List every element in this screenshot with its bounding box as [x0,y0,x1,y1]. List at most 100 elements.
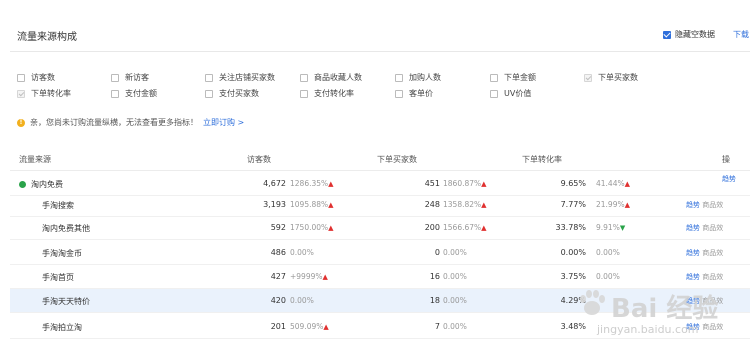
metric-order-conversion[interactable]: 下单转化率 [17,88,71,99]
metric-label: 下单金额 [504,73,536,82]
source-label: 手淘搜索 [42,201,74,210]
trend-up-icon: ▲ [624,201,630,209]
source-name: 淘内免费 [19,179,63,190]
trend-link[interactable]: 趋势 [686,322,700,332]
trend-down-icon: ▼ [619,224,626,232]
metric-pay-conversion[interactable]: 支付转化率 [300,88,354,99]
change-pct: 1750.00% [290,223,329,232]
metric-checkbox[interactable] [205,73,213,82]
table-row[interactable]: 淘内免费其他 592 1750.00%▲ 200 1566.67%▲ 33.78% 9.91… [10,216,750,240]
trend-up-icon: ▲ [322,273,328,281]
change-pct: 1095.88% [290,200,329,209]
conversion-change: 0.00% [596,248,620,257]
row-actions: 趋势 商品效 [686,218,723,233]
change-pct: 1566.67% [443,223,482,232]
metric-unit-price[interactable]: 客单价 [395,88,433,99]
item-effect-link[interactable]: 商品效 [702,224,723,232]
buyers-change: 0.00% [443,322,467,331]
table-row[interactable]: 手淘拍立淘 201 509.09%▲ 7 0.00% 3.48% 趋势 商品效 [10,315,750,339]
buyers-change: 1566.67%▲ [443,223,487,232]
conversion-value: 3.48% [560,322,586,331]
metric-checkbox[interactable] [17,89,25,98]
visitors-change: +9999%▲ [290,272,328,281]
metric-checkbox[interactable] [111,73,119,82]
metric-uv-value[interactable]: UV价值 [490,88,531,99]
metric-order-amount[interactable]: 下单金额 [490,72,536,83]
item-effect-link[interactable]: 商品效 [702,297,723,305]
hide-empty-toggle[interactable]: 隐藏空数据 [663,29,715,40]
change-pct: 1860.87% [443,179,482,188]
source-name: 手淘首页 [42,272,74,283]
metric-checkbox[interactable] [111,89,119,98]
download-link[interactable]: 下载 [733,29,749,40]
conversion-value: 9.65% [560,179,586,188]
trend-link[interactable]: 趋势 [722,175,736,183]
table-row[interactable]: 手淘淘金币 486 0.00% 0 0.00% 0.00% 0.00% 趋势 商品效 [10,241,750,265]
trend-up-icon: ▲ [328,180,334,188]
metric-pay-buyers[interactable]: 支付买家数 [205,88,259,99]
metric-pay-amount[interactable]: 支付金额 [111,88,157,99]
metric-shop-followers[interactable]: 关注店铺买家数 [205,72,275,83]
row-actions: 趋势 商品效 [686,291,723,306]
metric-label: 新访客 [125,73,149,82]
trend-link[interactable]: 趋势 [686,200,700,210]
trend-link[interactable]: 趋势 [686,223,700,233]
metric-checkbox[interactable] [395,89,403,98]
expand-dot-icon[interactable] [19,181,26,188]
buyers-value: 0 [434,248,440,257]
metric-checkbox[interactable] [300,89,308,98]
change-pct: 1286.35% [290,179,329,188]
source-label: 手淘拍立淘 [42,323,82,332]
trend-link[interactable]: 趋势 [686,296,700,306]
panel-title: 流量来源构成 [17,32,77,43]
metric-visitors[interactable]: 访客数 [17,72,55,83]
col-order-conversion[interactable]: 下单转化率 [522,154,562,165]
metric-checkbox[interactable] [17,73,25,82]
buyers-change: 1358.82%▲ [443,200,487,209]
row-actions: 趋势 [722,174,736,184]
metric-checkbox[interactable] [395,73,403,82]
visitors-change: 509.09%▲ [290,322,329,331]
visitors-value: 201 [270,322,286,331]
buyers-value: 200 [424,223,440,232]
metric-add-to-cart[interactable]: 加购人数 [395,72,441,83]
divider [10,51,750,52]
change-pct: 0.00% [290,248,314,257]
change-pct: +9999% [290,272,323,281]
source-name: 淘内免费其他 [42,223,90,234]
item-effect-link[interactable]: 商品效 [702,323,723,331]
item-effect-link[interactable]: 商品效 [702,201,723,209]
trend-link[interactable]: 趋势 [686,248,700,258]
metric-checkbox[interactable] [584,73,592,82]
visitors-value: 4,672 [263,179,286,188]
trend-link[interactable]: 趋势 [686,272,700,282]
item-effect-link[interactable]: 商品效 [702,249,723,257]
table-row[interactable]: 手淘搜索 3,193 1095.88%▲ 248 1358.82%▲ 7.77% 21.99… [10,193,750,217]
table-row[interactable]: 手淘天天特价 420 0.00% 18 0.00% 4.29% 趋势 商品效 [10,289,750,313]
metric-checkbox[interactable] [300,73,308,82]
trend-up-icon: ▲ [624,180,630,188]
metric-checkbox[interactable] [490,89,498,98]
col-order-buyers[interactable]: 下单买家数 [377,154,417,165]
metric-item-favorites[interactable]: 商品收藏人数 [300,72,362,83]
item-effect-link[interactable]: 商品效 [702,273,723,281]
metric-new-visitors[interactable]: 新访客 [111,72,149,83]
metric-order-buyers[interactable]: 下单买家数 [584,72,638,83]
metric-checkbox[interactable] [205,89,213,98]
metric-checkbox[interactable] [490,73,498,82]
buyers-value: 16 [429,272,440,281]
subscribe-link[interactable]: 立即订购 > [203,117,244,128]
conversion-value: 4.29% [560,296,586,305]
table-row[interactable]: 手淘首页 427 +9999%▲ 16 0.00% 3.75% 0.00% 趋势 商品效 [10,265,750,289]
table-header: 流量来源 访客数 下单买家数 下单转化率 操 [10,145,750,171]
col-visitors[interactable]: 访客数 [247,154,271,165]
col-source: 流量来源 [19,155,51,164]
trend-up-icon: ▲ [328,201,334,209]
buyers-value: 451 [424,179,440,188]
hide-empty-checkbox[interactable] [663,30,671,39]
buyers-value: 7 [434,322,440,331]
row-actions: 趋势 商品效 [686,267,723,282]
metric-label: 访客数 [31,73,55,82]
buyers-change: 0.00% [443,248,467,257]
buyers-change: 1860.87%▲ [443,179,487,188]
